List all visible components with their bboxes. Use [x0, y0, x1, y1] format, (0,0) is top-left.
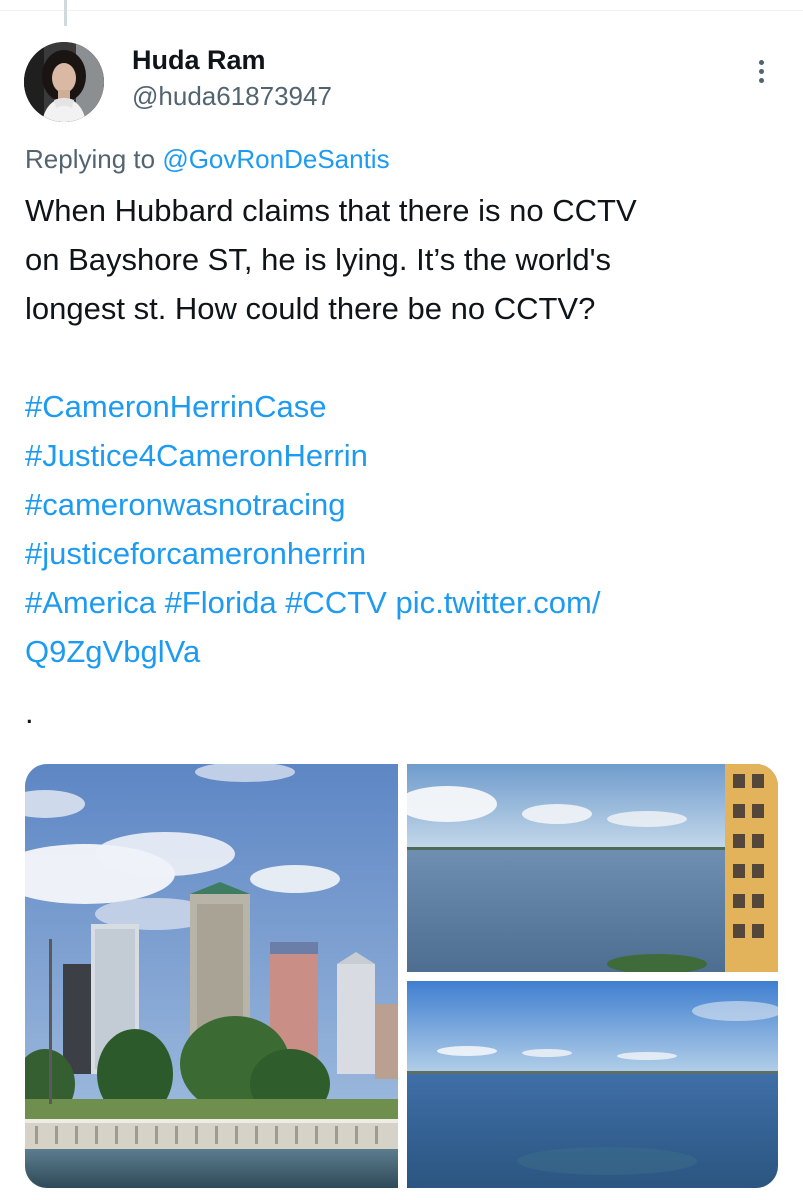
hashtag-link[interactable]: #Justice4CameronHerrin [25, 438, 368, 473]
hashtag-block: #CameronHerrinCase #Justice4CameronHerri… [25, 382, 785, 676]
author-handle[interactable]: @huda61873947 [132, 80, 332, 112]
hashtag-link[interactable]: #CCTV [285, 585, 387, 620]
hashtag-link[interactable]: #cameronwasnotracing [25, 487, 346, 522]
media-grid [25, 764, 778, 1188]
skyline-image [25, 764, 398, 1188]
tweet-page: Huda Ram @huda61873947 Replying to @GovR… [0, 0, 803, 1200]
tweet-text-line: longest st. How could there be no CCTV? [25, 291, 596, 326]
profile-photo-icon [24, 42, 104, 122]
thread-connector-line [64, 0, 67, 26]
pic-link[interactable]: pic.twitter.com/ [395, 585, 600, 620]
pic-link-continued[interactable]: Q9ZgVbglVa [25, 634, 200, 669]
more-vertical-icon [758, 59, 764, 65]
hashtag-link[interactable]: #justiceforcameronherrin [25, 536, 366, 571]
hashtag-link[interactable]: #Florida [165, 585, 277, 620]
tweet-text: When Hubbard claims that there is no CCT… [25, 186, 785, 333]
top-divider [0, 10, 803, 11]
trailing-text: . [25, 695, 34, 730]
bay-water-image [407, 981, 778, 1188]
replying-to-label: Replying to [25, 144, 163, 174]
replying-to-line: Replying to @GovRonDeSantis [25, 142, 390, 176]
avatar[interactable] [24, 42, 104, 122]
more-options-button[interactable] [744, 54, 778, 88]
reply-mention-link[interactable]: @GovRonDeSantis [162, 144, 389, 174]
hashtag-link[interactable]: #America [25, 585, 156, 620]
bay-building-image [407, 764, 778, 972]
bay-view-with-building-photo[interactable] [407, 764, 778, 972]
bay-water-photo[interactable] [407, 981, 778, 1188]
tampa-skyline-photo[interactable] [25, 764, 398, 1188]
tweet-text-line: When Hubbard claims that there is no CCT… [25, 193, 637, 228]
tweet-text-line: on Bayshore ST, he is lying. It’s the wo… [25, 242, 612, 277]
author-display-name[interactable]: Huda Ram [132, 44, 266, 76]
hashtag-link[interactable]: #CameronHerrinCase [25, 389, 327, 424]
